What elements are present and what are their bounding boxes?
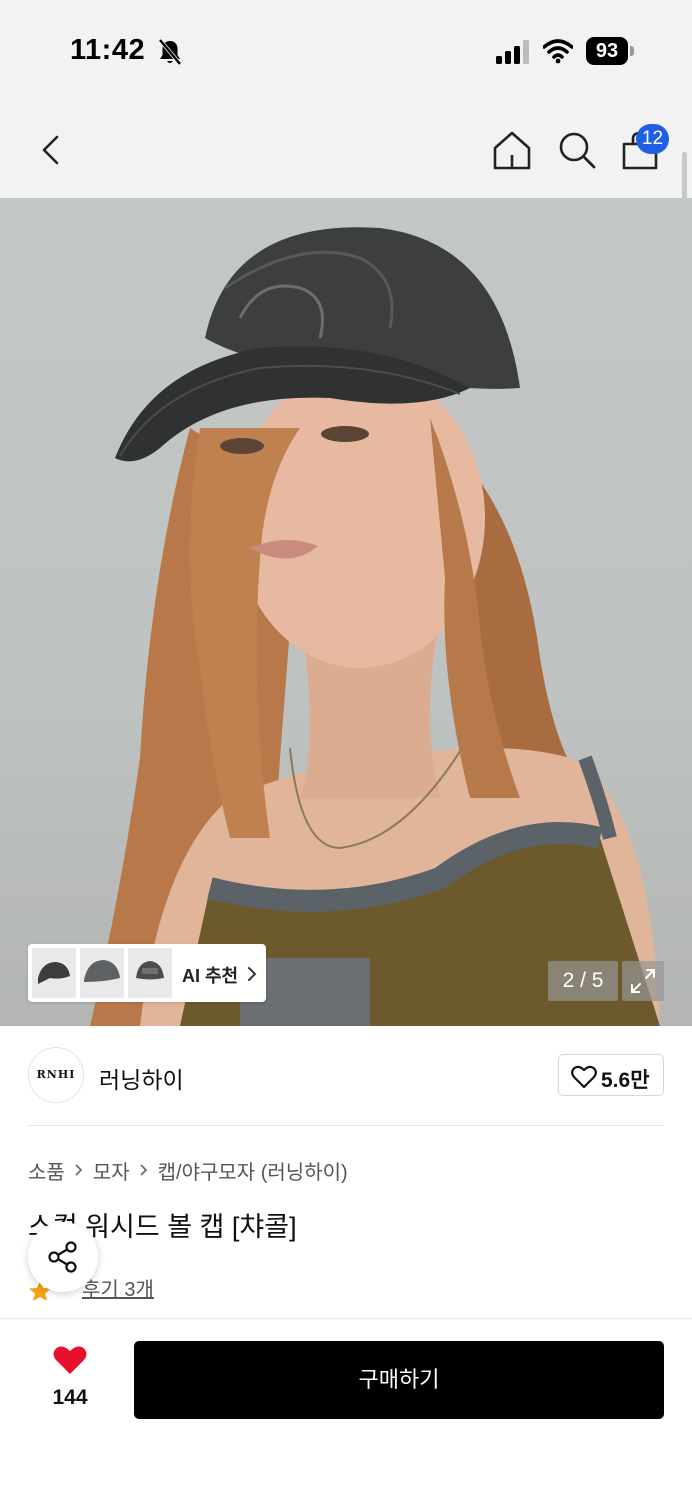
status-bar: 11:42 93 (0, 0, 692, 100)
breadcrumb-item-caps[interactable]: 캡/야구모자 (러닝하이) (158, 1156, 348, 1185)
cart-count-badge: 12 (636, 124, 669, 154)
back-chevron-icon[interactable] (30, 128, 70, 172)
brand-like-button[interactable]: 5.6만 (558, 1054, 664, 1096)
battery-tip (630, 46, 634, 56)
brand-logo[interactable]: RNHI (28, 1047, 84, 1103)
ai-thumb-2[interactable] (80, 948, 124, 998)
review-link[interactable]: 후기 3개 (82, 1273, 154, 1302)
breadcrumb: 소품 모자 캡/야구모자 (러닝하이) (28, 1156, 348, 1185)
breadcrumb-chevron-icon (140, 1164, 147, 1176)
brand-like-count: 5.6만 (601, 1069, 650, 1092)
bell-muted-icon (158, 38, 182, 66)
heart-outline-icon (571, 1065, 597, 1089)
battery-indicator: 93 (586, 37, 634, 65)
product-image[interactable] (0, 198, 692, 1026)
chevron-right-icon[interactable] (245, 964, 259, 984)
heart-filled-icon[interactable] (52, 1344, 88, 1376)
share-button[interactable] (28, 1222, 98, 1292)
ai-thumb-3[interactable] (128, 948, 172, 998)
ai-recommend-label[interactable]: AI 추천 (182, 962, 238, 988)
wifi-icon (543, 39, 573, 64)
wish-count: 144 (52, 1386, 88, 1409)
brand-name[interactable]: 러닝하이 (99, 1061, 184, 1095)
ai-thumb-1[interactable] (32, 948, 76, 998)
image-pager: 2 / 5 (548, 961, 618, 1001)
home-icon[interactable] (490, 128, 534, 172)
nav-header (0, 100, 692, 198)
status-time: 11:42 (70, 34, 146, 66)
share-icon (48, 1241, 77, 1273)
divider (28, 1125, 664, 1126)
breadcrumb-item-accessories[interactable]: 소품 (28, 1156, 65, 1185)
buy-button[interactable]: 구매하기 (134, 1341, 664, 1419)
search-icon[interactable] (555, 128, 599, 172)
cell-signal-icon (496, 40, 529, 64)
expand-icon (631, 969, 655, 993)
breadcrumb-chevron-icon (75, 1164, 82, 1176)
battery-level: 93 (586, 37, 628, 65)
breadcrumb-item-hats[interactable]: 모자 (93, 1156, 130, 1185)
expand-image-button[interactable] (622, 961, 664, 1001)
model-illustration (90, 227, 660, 1026)
